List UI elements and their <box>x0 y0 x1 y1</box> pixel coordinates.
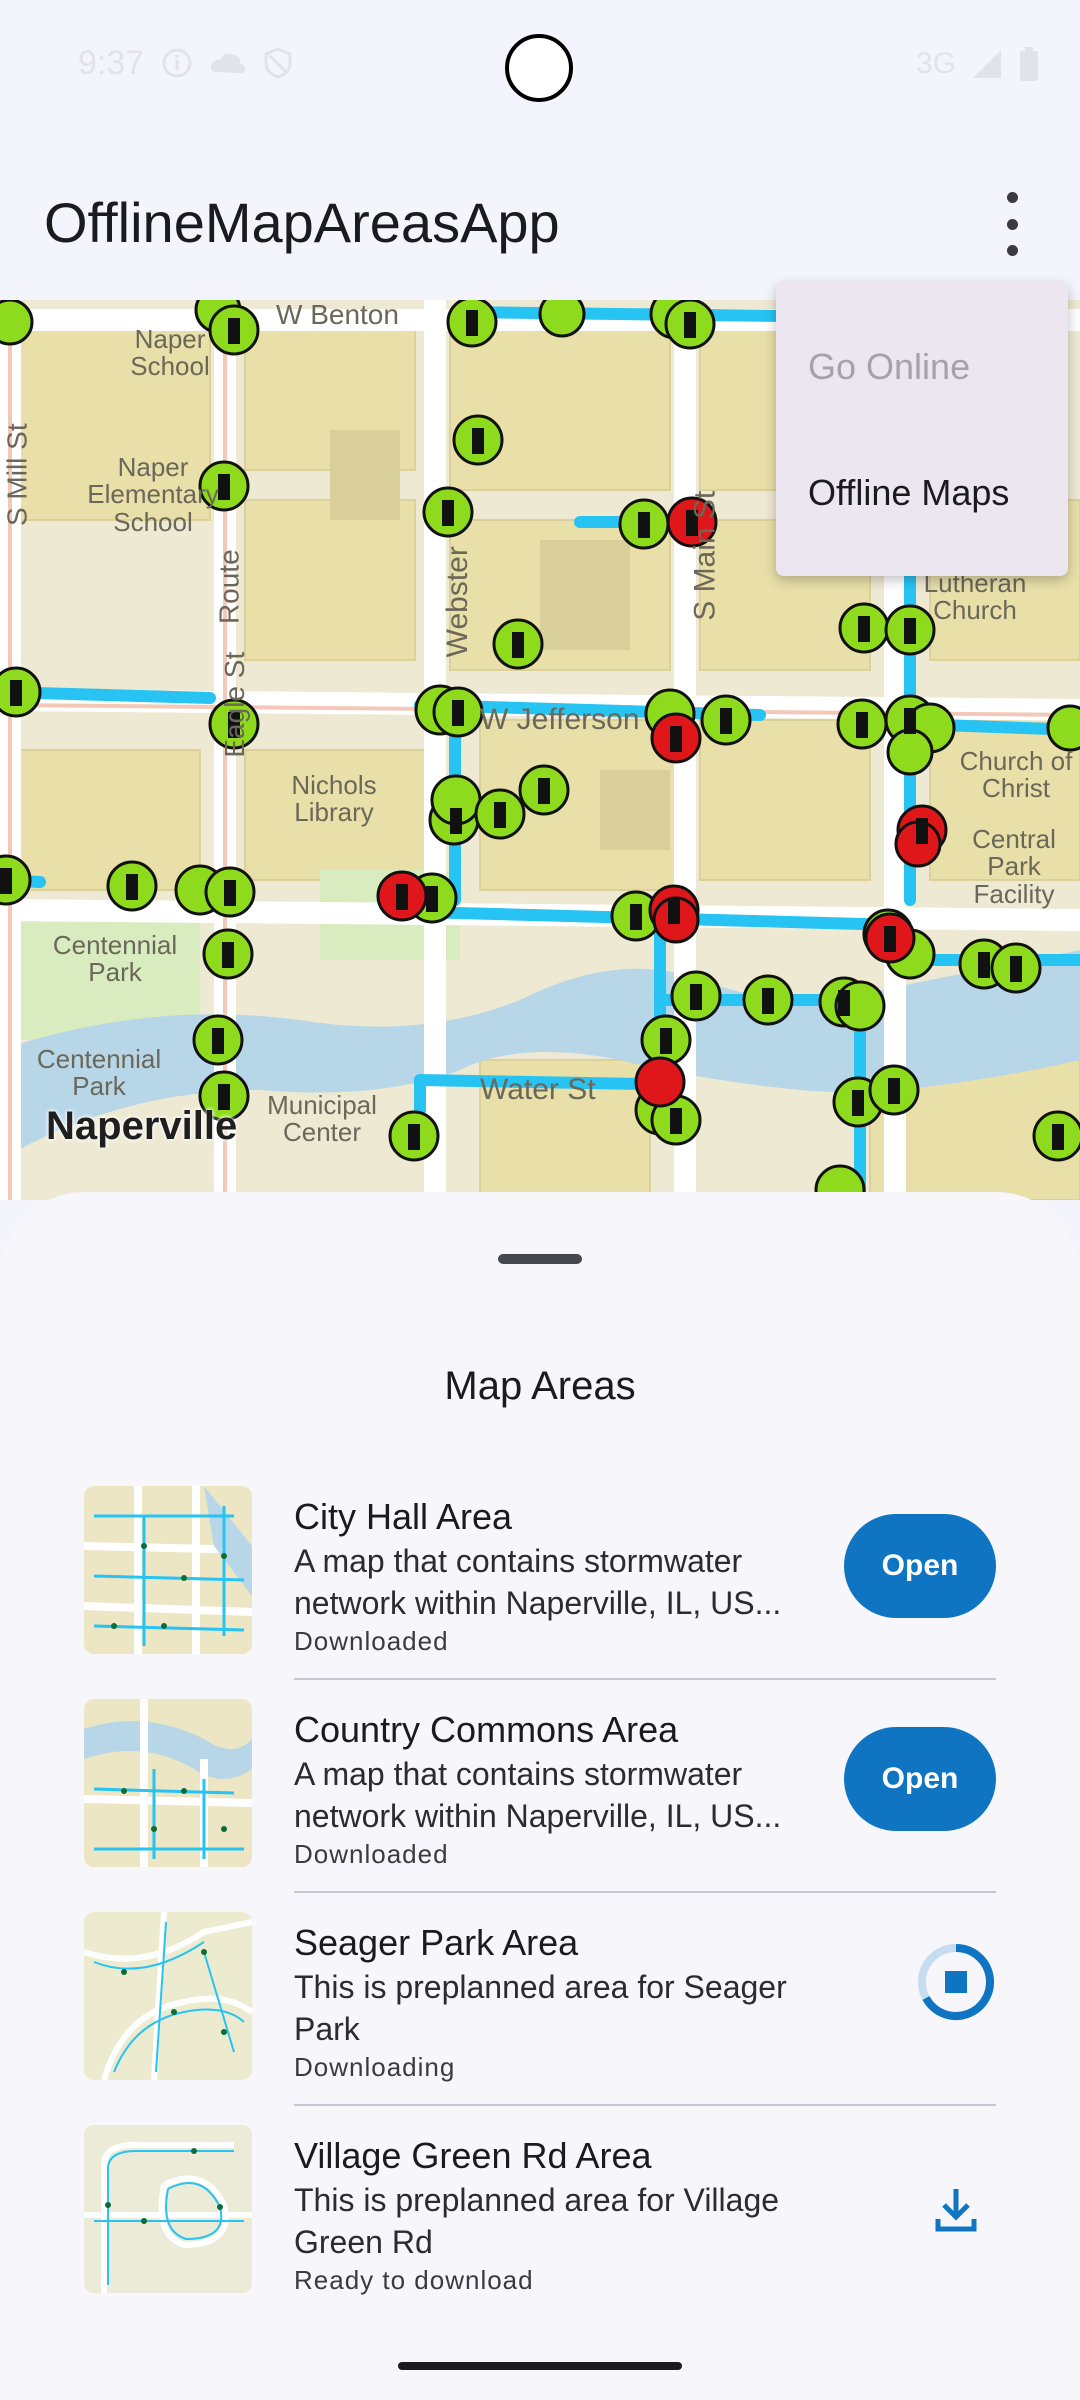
map-area-title: Country Commons Area <box>294 1709 679 1750</box>
info-icon <box>162 48 192 78</box>
open-button[interactable]: Open <box>844 1727 996 1831</box>
list-item[interactable]: City Hall Area A map that contains storm… <box>0 1486 1080 1699</box>
map-label-naper-school: Naper School <box>130 324 210 382</box>
list-item[interactable]: Seager Park Area This is preplanned area… <box>0 1912 1080 2125</box>
battery-icon <box>1020 47 1038 81</box>
map-area-title: Village Green Rd Area <box>294 2135 652 2176</box>
map-label-nichols: Nichols Library <box>291 770 377 828</box>
status-bar: 9:37 3G <box>0 0 1080 140</box>
shield-icon <box>264 47 292 79</box>
map-area-status: Downloaded <box>294 1626 449 1656</box>
divider <box>294 1678 996 1680</box>
map-area-description: This is preplanned area for Village Gree… <box>294 2182 780 2260</box>
app-title: OfflineMapAreasApp <box>44 191 560 254</box>
map-label-water: Water St <box>480 1073 596 1106</box>
map-label-naper-elementary: Naper Elementary School <box>87 452 219 537</box>
map-label-central-park: Central Park Facility <box>972 824 1056 909</box>
signal-icon <box>973 50 1001 78</box>
map-label-centennial-park-2: Centennial Park <box>36 1044 162 1102</box>
map-area-title: Seager Park Area <box>294 1922 579 1963</box>
map-label-city: Naperville <box>46 1104 238 1148</box>
map-area-thumbnail <box>84 2125 252 2293</box>
sheet-title: Map Areas <box>444 1364 636 1408</box>
list-item[interactable]: Country Commons Area A map that contains… <box>0 1699 1080 1912</box>
overflow-menu: Go Online Offline Maps <box>776 282 1068 576</box>
map-area-title: City Hall Area <box>294 1496 513 1537</box>
more-vert-icon[interactable] <box>984 192 1040 256</box>
map-label-church-christ: Church of Christ <box>959 746 1073 804</box>
map-area-thumbnail <box>84 1486 252 1654</box>
network-type: 3G <box>915 47 956 80</box>
map-label-jefferson: W Jefferson <box>480 703 640 736</box>
drag-handle[interactable] <box>498 1254 582 1264</box>
divider <box>294 1891 996 1893</box>
download-icon[interactable] <box>932 2185 980 2233</box>
map-area-description: A map that contains stormwater network w… <box>294 1756 782 1834</box>
map-label-lutheran: Lutheran Church <box>923 568 1027 626</box>
map-label-webster: Webster <box>440 546 474 658</box>
open-button[interactable]: Open <box>844 1514 996 1618</box>
map-area-status: Ready to download <box>294 2265 534 2295</box>
cloud-icon <box>210 53 246 73</box>
map-area-status: Downloading <box>294 2052 456 2082</box>
map-label-route: Route <box>213 549 245 625</box>
bottom-sheet: Map Areas City Hall Area A map that cont… <box>0 1192 1080 2400</box>
list-item[interactable]: Village Green Rd Area This is preplanned… <box>0 2125 1080 2338</box>
map-label-eagle: Eagle St <box>219 651 251 758</box>
map-label-municipal: Municipal Center <box>267 1090 377 1148</box>
divider <box>294 2104 996 2106</box>
map-area-thumbnail <box>84 1912 252 2080</box>
app-bar: OfflineMapAreasApp <box>0 140 1080 300</box>
map-label-mill: S Mill St <box>1 423 33 527</box>
menu-item-offline-maps[interactable]: Offline Maps <box>808 472 1009 514</box>
map-area-status: Downloaded <box>294 1839 449 1869</box>
map-label-centennial-park: Centennial Park <box>52 930 178 988</box>
status-time: 9:37 <box>78 44 145 82</box>
map-area-description: This is preplanned area for Seager Park <box>294 1969 787 2047</box>
map-label-benton: W Benton <box>276 300 399 330</box>
map-label-main: S Main St <box>688 490 722 621</box>
menu-item-go-online[interactable]: Go Online <box>808 346 970 388</box>
gesture-nav-bar[interactable] <box>398 2362 682 2370</box>
map-area-description: A map that contains stormwater network w… <box>294 1543 782 1621</box>
camera-cutout <box>505 34 573 102</box>
stop-progress-icon[interactable] <box>916 1942 996 2022</box>
map-area-thumbnail <box>84 1699 252 1867</box>
